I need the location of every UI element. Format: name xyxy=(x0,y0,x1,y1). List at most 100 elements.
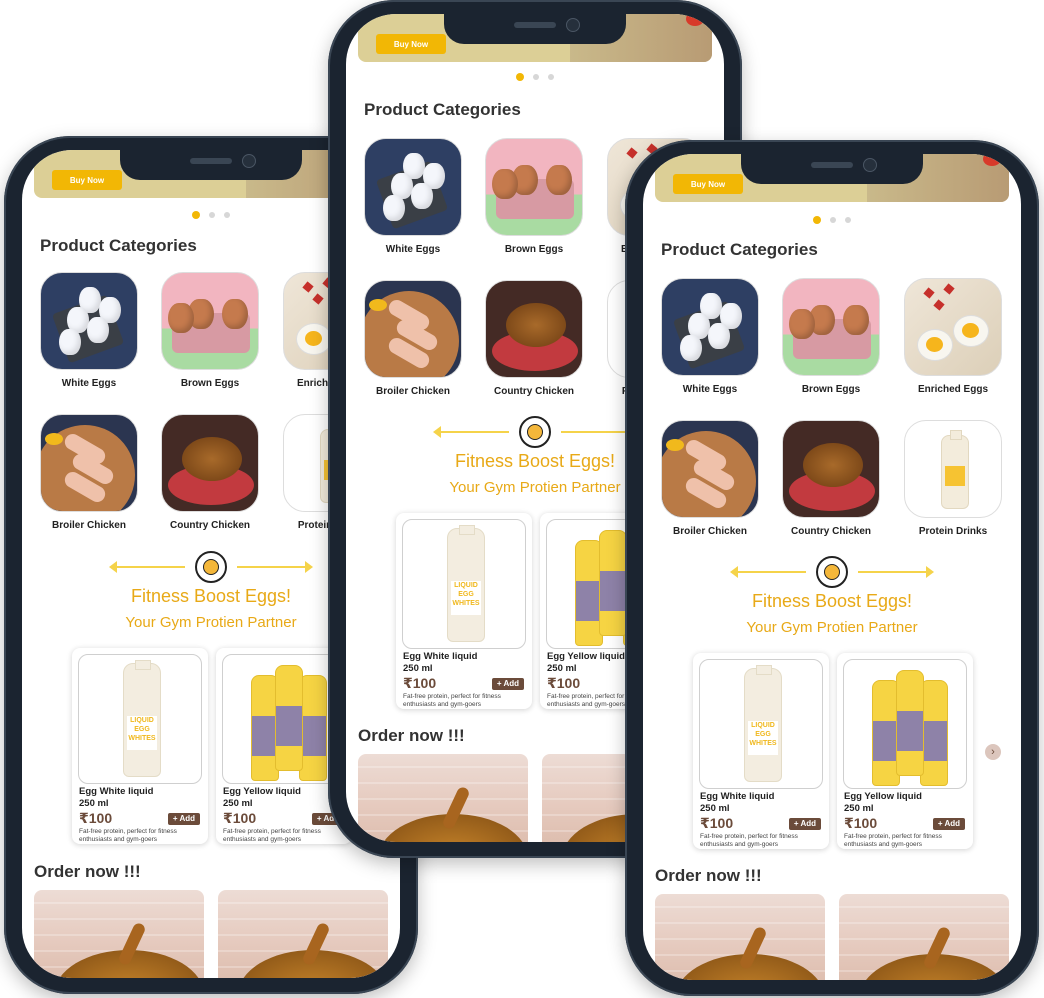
carousel-dot[interactable] xyxy=(533,74,539,80)
product-qty: 250 ml xyxy=(223,798,253,809)
category-label: Broiler Chicken xyxy=(673,526,747,537)
product-qty: 250 ml xyxy=(547,663,577,674)
product-qty: 250 ml xyxy=(79,798,109,809)
phone-notch xyxy=(444,14,626,44)
category-protein-drinks[interactable]: Protein Drinks xyxy=(904,420,1002,537)
product-categories-title: Product Categories xyxy=(661,240,818,259)
fried-egg-icon xyxy=(816,556,848,588)
product-price: ₹100 xyxy=(79,810,113,826)
order-card[interactable] xyxy=(358,754,528,842)
category-label: Broiler Chicken xyxy=(52,520,126,531)
product-description: Fat-free protein, perfect for fitness en… xyxy=(223,828,321,843)
product-card[interactable]: LIQUID EGG WHITES Egg White liquid 250 ml … xyxy=(693,653,829,849)
carousel-dot[interactable] xyxy=(830,217,836,223)
arrow-left-icon[interactable] xyxy=(730,566,806,578)
chevron-right-icon[interactable]: › xyxy=(985,744,1001,760)
add-button[interactable]: + Add xyxy=(491,678,524,690)
category-broiler-chicken[interactable]: Broiler Chicken xyxy=(661,420,759,537)
product-description: Fat-free protein, perfect for fitness en… xyxy=(403,693,501,708)
arrow-right-icon[interactable] xyxy=(237,561,313,573)
product-name: Egg Yellow liquid xyxy=(844,791,922,802)
country-chicken-image xyxy=(161,414,259,512)
category-label: Brown Eggs xyxy=(504,244,564,255)
category-enriched-eggs[interactable]: Enriched Eggs xyxy=(904,278,1002,395)
category-label: Country Chicken xyxy=(169,520,250,531)
order-card[interactable] xyxy=(839,894,1009,980)
category-broiler-chicken[interactable]: Broiler Chicken xyxy=(40,414,138,531)
order-card[interactable] xyxy=(34,890,204,978)
add-button[interactable]: + Add xyxy=(167,813,200,825)
category-country-chicken[interactable]: Country Chicken xyxy=(485,280,583,397)
product-description: Fat-free protein, perfect for fitness en… xyxy=(844,833,942,848)
white-eggs-image xyxy=(40,272,138,370)
fried-egg-icon xyxy=(519,416,551,448)
order-card[interactable] xyxy=(655,894,825,980)
category-brown-eggs[interactable]: Brown Eggs xyxy=(485,138,583,255)
carousel-dot[interactable] xyxy=(548,74,554,80)
phone-notch xyxy=(741,154,923,184)
protein-drinks-image xyxy=(904,420,1002,518)
broiler-chicken-image xyxy=(40,414,138,512)
category-label: Country Chicken xyxy=(790,526,871,537)
white-eggs-image xyxy=(364,138,462,236)
broiler-chicken-image xyxy=(364,280,462,378)
carousel-dot-active[interactable] xyxy=(516,73,524,81)
category-country-chicken[interactable]: Country Chicken xyxy=(161,414,259,531)
product-price: ₹100 xyxy=(844,815,878,831)
category-white-eggs[interactable]: White Eggs xyxy=(40,272,138,389)
product-description: Fat-free protein, perfect for fitness en… xyxy=(79,828,177,843)
phone-mockup-right: Buy Now Product Categories White Eggs Br… xyxy=(625,140,1039,996)
promo-title: Fitness Boost Eggs! xyxy=(751,591,913,611)
product-card[interactable]: Egg Yellow liquid 250 ml ₹100 + Add Fat-… xyxy=(837,653,973,849)
carousel-dots xyxy=(346,73,724,81)
carousel-dots xyxy=(643,216,1021,224)
order-now-title: Order now !!! xyxy=(655,866,762,885)
product-card[interactable]: LIQUID EGG WHITES Egg White liquid 250 ml … xyxy=(72,648,208,844)
add-button[interactable]: + Add xyxy=(932,818,965,830)
carousel-dot[interactable] xyxy=(209,212,215,218)
arrow-right-icon[interactable] xyxy=(858,566,934,578)
enriched-eggs-image xyxy=(904,278,1002,376)
broiler-chicken-image xyxy=(661,420,759,518)
product-price: ₹100 xyxy=(547,675,581,691)
product-price: ₹100 xyxy=(403,675,437,691)
product-name: Egg Yellow liquid xyxy=(223,786,301,797)
white-eggs-image xyxy=(661,278,759,376)
category-white-eggs[interactable]: White Eggs xyxy=(364,138,462,255)
promo-subtitle: Your Gym Protien Partner xyxy=(746,619,918,636)
order-card[interactable] xyxy=(218,890,388,978)
carousel-dot[interactable] xyxy=(224,212,230,218)
product-qty: 250 ml xyxy=(403,663,433,674)
category-label: Brown Eggs xyxy=(801,384,861,395)
arrow-left-icon[interactable] xyxy=(109,561,185,573)
phone-screen: Buy Now Product Categories White Eggs Br… xyxy=(643,154,1021,980)
category-brown-eggs[interactable]: Brown Eggs xyxy=(161,272,259,389)
category-broiler-chicken[interactable]: Broiler Chicken xyxy=(364,280,462,397)
buy-now-button[interactable]: Buy Now xyxy=(673,174,743,194)
egg-yellow-bottles-image xyxy=(843,659,967,789)
product-price: ₹100 xyxy=(700,815,734,831)
buy-now-button[interactable]: Buy Now xyxy=(376,34,446,54)
carousel-dot-active[interactable] xyxy=(192,211,200,219)
fried-egg-icon xyxy=(195,551,227,583)
carousel-dot[interactable] xyxy=(845,217,851,223)
arrow-left-icon[interactable] xyxy=(433,426,509,438)
product-categories-title: Product Categories xyxy=(364,100,521,119)
arrow-right-icon[interactable] xyxy=(561,426,637,438)
product-qty: 250 ml xyxy=(700,803,730,814)
category-label: White Eggs xyxy=(682,384,738,395)
product-card[interactable]: LIQUID EGG WHITES Egg White liquid 250 ml … xyxy=(396,513,532,709)
add-button[interactable]: + Add xyxy=(788,818,821,830)
carousel-dot-active[interactable] xyxy=(813,216,821,224)
category-country-chicken[interactable]: Country Chicken xyxy=(782,420,880,537)
buy-now-button[interactable]: Buy Now xyxy=(52,170,122,190)
egg-white-bottle-image: LIQUID EGG WHITES xyxy=(402,519,526,649)
product-qty: 250 ml xyxy=(844,803,874,814)
category-white-eggs[interactable]: White Eggs xyxy=(661,278,759,395)
category-brown-eggs[interactable]: Brown Eggs xyxy=(782,278,880,395)
category-label: Enriched Eggs xyxy=(917,384,988,395)
phone-notch xyxy=(120,150,302,180)
order-now-title: Order now !!! xyxy=(358,726,465,745)
product-name: Egg White liquid xyxy=(700,791,775,802)
product-name: Egg White liquid xyxy=(79,786,154,797)
